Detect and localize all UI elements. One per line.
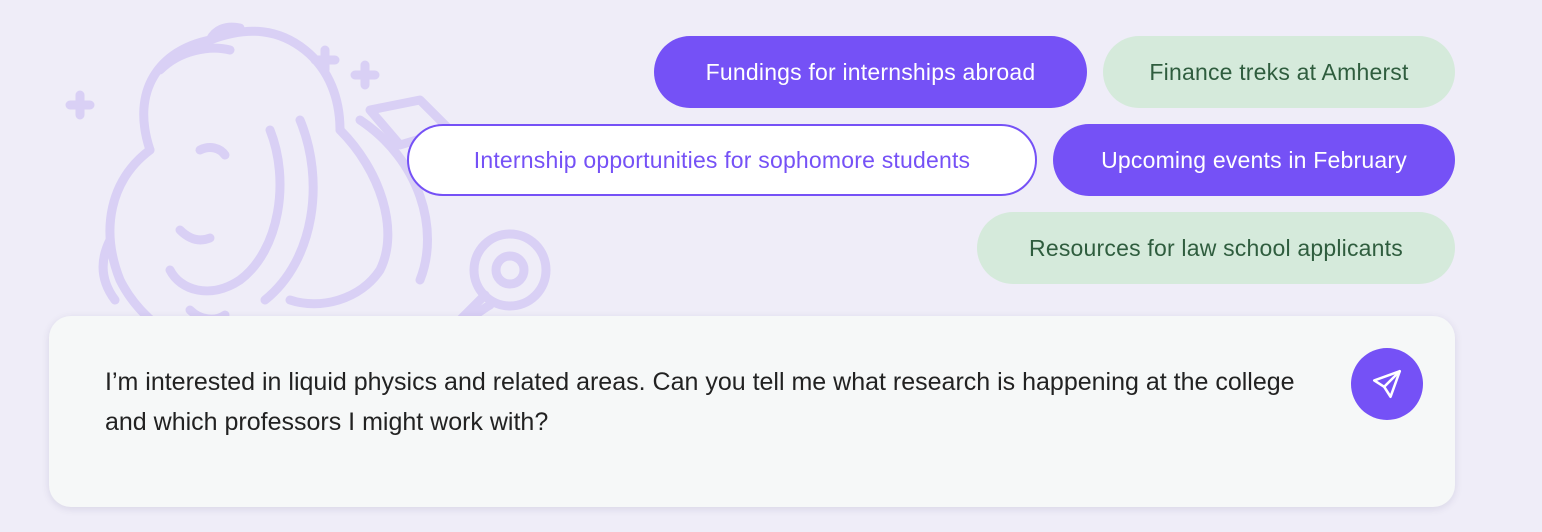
suggestion-law-school-resources[interactable]: Resources for law school applicants <box>977 212 1455 284</box>
suggestion-fundings-abroad[interactable]: Fundings for internships abroad <box>654 36 1087 108</box>
suggestion-finance-treks[interactable]: Finance treks at Amherst <box>1103 36 1455 108</box>
suggestion-label: Fundings for internships abroad <box>705 58 1036 85</box>
paper-plane-icon <box>1372 369 1402 399</box>
suggestion-label: Resources for law school applicants <box>1029 234 1403 261</box>
suggestion-sophomore-internships[interactable]: Internship opportunities for sophomore s… <box>407 124 1037 196</box>
suggestion-label: Internship opportunities for sophomore s… <box>473 146 971 173</box>
message-input[interactable]: I’m interested in liquid physics and rel… <box>105 362 1325 442</box>
suggestion-february-events[interactable]: Upcoming events in February <box>1053 124 1455 196</box>
suggestion-label: Finance treks at Amherst <box>1149 58 1409 85</box>
send-button[interactable] <box>1351 348 1423 420</box>
suggestion-label: Upcoming events in February <box>1101 146 1407 173</box>
message-composer[interactable]: I’m interested in liquid physics and rel… <box>49 316 1455 507</box>
